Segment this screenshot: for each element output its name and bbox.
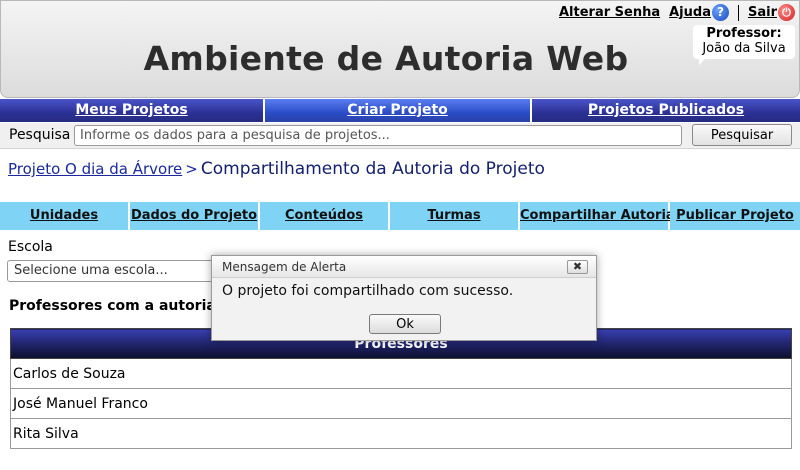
- breadcrumb: Projeto O dia da Árvore > Compartilhamento…: [8, 159, 545, 179]
- breadcrumb-project-link[interactable]: Projeto O dia da Árvore: [8, 160, 182, 178]
- search-button[interactable]: Pesquisar: [692, 124, 792, 146]
- ok-button[interactable]: Ok: [369, 314, 441, 334]
- change-password-link[interactable]: Alterar Senha: [559, 5, 660, 20]
- tab-classes[interactable]: Turmas: [390, 202, 520, 230]
- tab-contents[interactable]: Conteúdos: [260, 202, 390, 230]
- tab-units[interactable]: Unidades: [0, 202, 130, 230]
- search-label: Pesquisa: [9, 127, 71, 143]
- alert-dialog: Mensagem de Alerta ✖ O projeto foi compa…: [211, 255, 597, 341]
- app-header: Ambiente de Autoria Web Alterar Senha Aj…: [0, 0, 800, 98]
- table-row: José Manuel Franco: [10, 388, 792, 419]
- table-cell: José Manuel Franco: [10, 388, 792, 419]
- alert-message: O projeto foi compartilhado com sucesso.: [222, 283, 514, 299]
- tab-project-data[interactable]: Dados do Projeto: [130, 202, 260, 230]
- help-icon[interactable]: ?: [711, 4, 729, 21]
- search-bar: Pesquisa Pesquisar: [0, 123, 800, 149]
- table-cell: Rita Silva: [10, 418, 792, 449]
- search-input[interactable]: [74, 125, 682, 146]
- main-nav: Meus Projetos Criar Projeto Projetos Pub…: [0, 99, 800, 122]
- user-role: Professor:: [706, 26, 782, 41]
- school-label: Escola: [8, 239, 53, 255]
- breadcrumb-separator: >: [185, 160, 198, 178]
- nav-create-project[interactable]: Criar Projeto: [265, 99, 532, 122]
- close-icon[interactable]: ✖: [567, 260, 588, 274]
- user-name: João da Silva: [702, 41, 786, 56]
- project-tabs: Unidades Dados do Projeto Conteúdos Turm…: [0, 202, 800, 230]
- app-title: Ambiente de Autoria Web: [143, 39, 629, 78]
- logout-link[interactable]: Sair: [748, 5, 777, 20]
- nav-my-projects[interactable]: Meus Projetos: [0, 99, 265, 122]
- alert-dialog-title: Mensagem de Alerta: [222, 260, 347, 274]
- page-title: Compartilhamento da Autoria do Projeto: [200, 159, 545, 179]
- tab-share-authorship[interactable]: Compartilhar Autoria: [520, 202, 675, 230]
- table-row: Rita Silva: [10, 418, 792, 449]
- help-link[interactable]: Ajuda: [669, 5, 711, 20]
- divider: [737, 4, 739, 21]
- school-select[interactable]: Selecione uma escola...: [7, 260, 223, 282]
- table-row: Carlos de Souza: [10, 358, 792, 389]
- table-cell: Carlos de Souza: [10, 358, 792, 389]
- tab-publish-project[interactable]: Publicar Projeto: [670, 202, 800, 230]
- power-icon[interactable]: ⏻: [778, 4, 795, 21]
- top-links: Alterar Senha Ajuda ? Sair ⏻: [559, 4, 795, 21]
- nav-published-projects[interactable]: Projetos Publicados: [532, 99, 800, 122]
- authors-table: Professores Carlos de Souza José Manuel …: [10, 328, 792, 449]
- user-badge: Professor: João da Silva: [693, 25, 795, 65]
- alert-dialog-header: Mensagem de Alerta ✖: [212, 256, 596, 278]
